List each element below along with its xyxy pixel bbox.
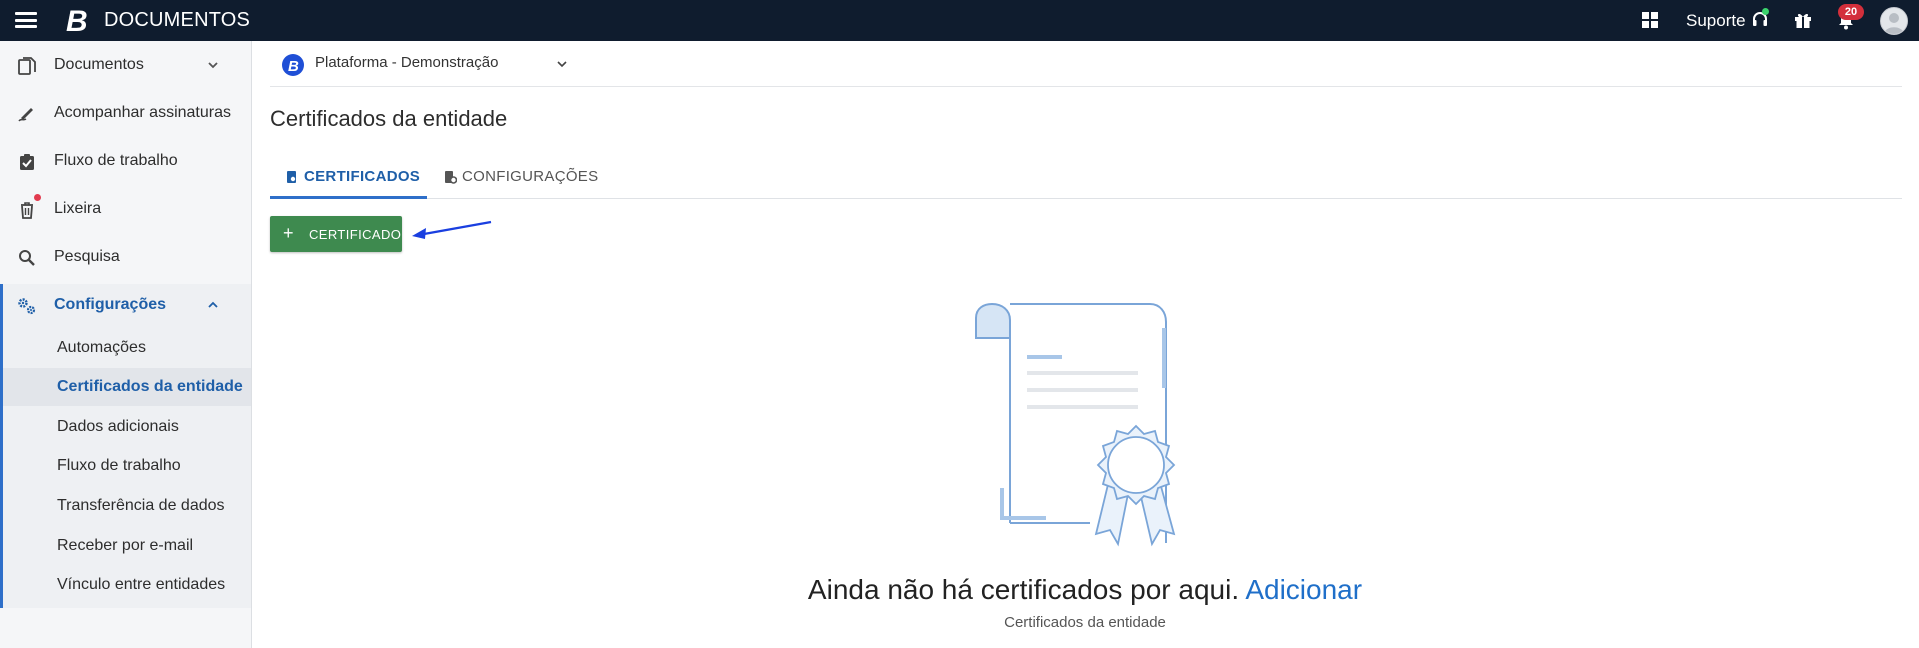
annotation-arrow-icon (412, 220, 492, 239)
empty-state-subtitle: Certificados da entidade (1004, 614, 1166, 631)
sidebar-subitem-label: Dados adicionais (57, 418, 179, 435)
tab-label: CONFIGURAÇÕES (462, 168, 599, 185)
documents-icon (18, 57, 36, 75)
apps-grid-icon[interactable] (1642, 12, 1658, 28)
sidebar-subitem-certificados-da-entidade[interactable]: Certificados da entidade (3, 368, 251, 406)
sidebar-subitem-label: Certificados da entidade (57, 378, 243, 395)
sidebar-subitem-label: Receber por e-mail (57, 537, 194, 554)
add-link[interactable]: Adicionar (1245, 574, 1362, 605)
online-status-dot (1762, 8, 1769, 15)
chevron-down-icon[interactable] (556, 58, 568, 70)
sidebar-item-label: Configurações (54, 296, 167, 313)
active-tab-indicator (270, 196, 427, 199)
avatar[interactable] (1880, 7, 1908, 35)
platform-name: Plataforma - Demonstração (315, 54, 499, 71)
sidebar-subitem-label: Fluxo de trabalho (57, 457, 181, 474)
menu-icon[interactable] (15, 12, 37, 28)
doc-settings-icon (445, 171, 457, 184)
sidebar: Documentos Acompanhar assinaturas Fluxo … (0, 41, 252, 648)
clipboard-check-icon (20, 154, 34, 170)
page-title: Certificados da entidade (270, 106, 508, 131)
sidebar-subitem-receber-por-email[interactable]: Receber por e-mail (3, 527, 251, 565)
certificate-doc-icon (287, 171, 296, 183)
header-divider (270, 86, 1902, 87)
sidebar-subitem-fluxo-de-trabalho[interactable]: Fluxo de trabalho (3, 447, 251, 485)
sidebar-subitem-label: Transferência de dados (57, 497, 225, 514)
sidebar-item-lixeira[interactable]: Lixeira (0, 188, 251, 232)
certificate-scroll-illustration (975, 302, 1176, 547)
tabs-divider (270, 198, 1902, 199)
sidebar-item-label: Documentos (54, 56, 144, 73)
top-bar: B DOCUMENTOS Suporte 20 (0, 0, 1919, 41)
sidebar-item-acompanhar-assinaturas[interactable]: Acompanhar assinaturas (0, 92, 251, 136)
signature-pen-icon (18, 108, 33, 122)
sidebar-subitem-transferencia-de-dados[interactable]: Transferência de dados (3, 487, 251, 525)
sidebar-item-label: Acompanhar assinaturas (54, 104, 231, 121)
gift-icon[interactable] (1794, 11, 1812, 29)
sidebar-item-label: Fluxo de trabalho (54, 152, 178, 169)
sidebar-item-label: Pesquisa (54, 248, 120, 265)
platform-logo-icon: B (282, 54, 304, 76)
add-certificado-button[interactable]: + CERTIFICADO (270, 216, 402, 252)
chevron-down-icon[interactable] (206, 58, 220, 72)
sidebar-item-documentos[interactable]: Documentos (0, 44, 251, 88)
sidebar-item-pesquisa[interactable]: Pesquisa (0, 236, 251, 280)
sidebar-item-configuracoes[interactable]: Configurações (0, 284, 251, 328)
suporte-link[interactable]: Suporte (1686, 11, 1746, 31)
chevron-up-icon[interactable] (206, 298, 220, 312)
sidebar-subitem-label: Automações (57, 339, 146, 356)
tab-label: CERTIFICADOS (304, 168, 421, 185)
gears-icon (18, 298, 36, 315)
sidebar-item-label: Lixeira (54, 200, 102, 217)
b-logo-icon[interactable]: B (64, 4, 94, 36)
brand-title: DOCUMENTOS (104, 9, 251, 31)
button-label: CERTIFICADO (309, 227, 402, 242)
empty-state-message: Ainda não há certificados por aqui. Adic… (0, 574, 1919, 606)
svg-text:B: B (288, 58, 299, 75)
sidebar-subitem-dados-adicionais[interactable]: Dados adicionais (3, 408, 251, 446)
plus-icon: + (283, 223, 294, 243)
configuracoes-section: Configurações Automações Certificados da… (0, 284, 251, 608)
search-icon (19, 250, 35, 266)
user-avatar-icon (1884, 13, 1904, 34)
empty-state-text: Ainda não há certificados por aqui. (807, 574, 1240, 605)
sidebar-subitem-automacoes[interactable]: Automações (3, 329, 251, 367)
trash-icon (21, 202, 33, 219)
notification-badge: 20 (1838, 4, 1864, 20)
sidebar-item-fluxo-de-trabalho[interactable]: Fluxo de trabalho (0, 140, 251, 184)
svg-text:B: B (66, 5, 88, 36)
